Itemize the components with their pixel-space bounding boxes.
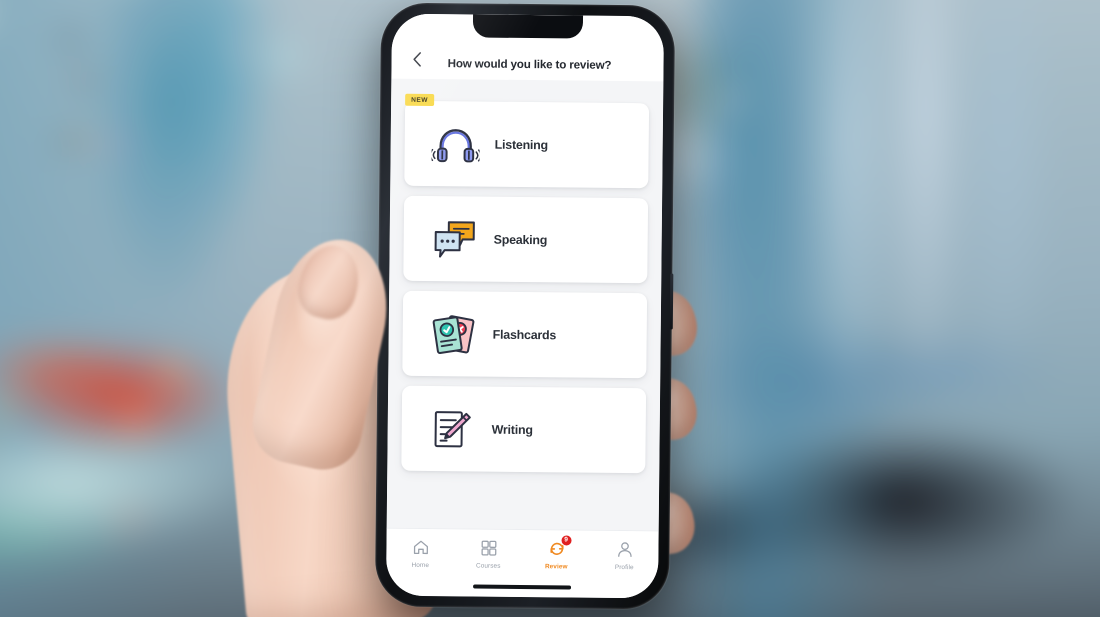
home-indicator[interactable] xyxy=(473,584,572,590)
review-option-writing[interactable]: Writing xyxy=(401,385,647,474)
review-option-flashcards[interactable]: Flashcards xyxy=(402,290,648,379)
tab-label: Profile xyxy=(614,563,634,572)
headphones-icon xyxy=(424,124,486,163)
tab-review[interactable]: 9 Review xyxy=(522,534,590,571)
review-count-badge: 9 xyxy=(559,534,573,547)
flashcards-icon xyxy=(422,310,484,357)
person-icon xyxy=(616,540,633,559)
review-option-listening[interactable]: NEW Listening xyxy=(404,93,650,189)
grid-icon xyxy=(480,539,497,558)
page-title: How would you like to review? xyxy=(447,57,612,72)
screen-notch xyxy=(472,14,584,39)
tab-home[interactable]: Home xyxy=(386,538,454,570)
card-label: Speaking xyxy=(493,232,548,247)
review-option-speaking[interactable]: Speaking xyxy=(403,195,649,284)
power-button[interactable] xyxy=(669,273,674,330)
refresh-icon: 9 xyxy=(547,534,573,558)
tab-label: Review xyxy=(544,563,568,571)
tab-courses[interactable]: Courses xyxy=(454,538,522,570)
card-label: Listening xyxy=(494,137,549,152)
home-icon xyxy=(412,538,429,557)
tab-label: Courses xyxy=(475,562,501,570)
new-badge: NEW xyxy=(405,93,435,106)
document-pencil-icon xyxy=(421,406,483,451)
card-label: Flashcards xyxy=(492,327,557,342)
smartphone-device: How would you like to review? NEW Listen… xyxy=(374,2,676,610)
tab-label: Home xyxy=(411,561,430,570)
card-label: Writing xyxy=(491,422,533,437)
phone-screen: How would you like to review? NEW Listen… xyxy=(385,13,665,599)
tab-profile[interactable]: Profile xyxy=(590,540,658,572)
review-options-list: NEW Listening Speaking Flashcards Writin… xyxy=(386,78,664,531)
scene-photo: How would you like to review? NEW Listen… xyxy=(0,0,1100,617)
bottom-tab-bar: Home Courses 9 Review Profile xyxy=(385,527,659,599)
speech-bubbles-icon xyxy=(423,218,485,259)
